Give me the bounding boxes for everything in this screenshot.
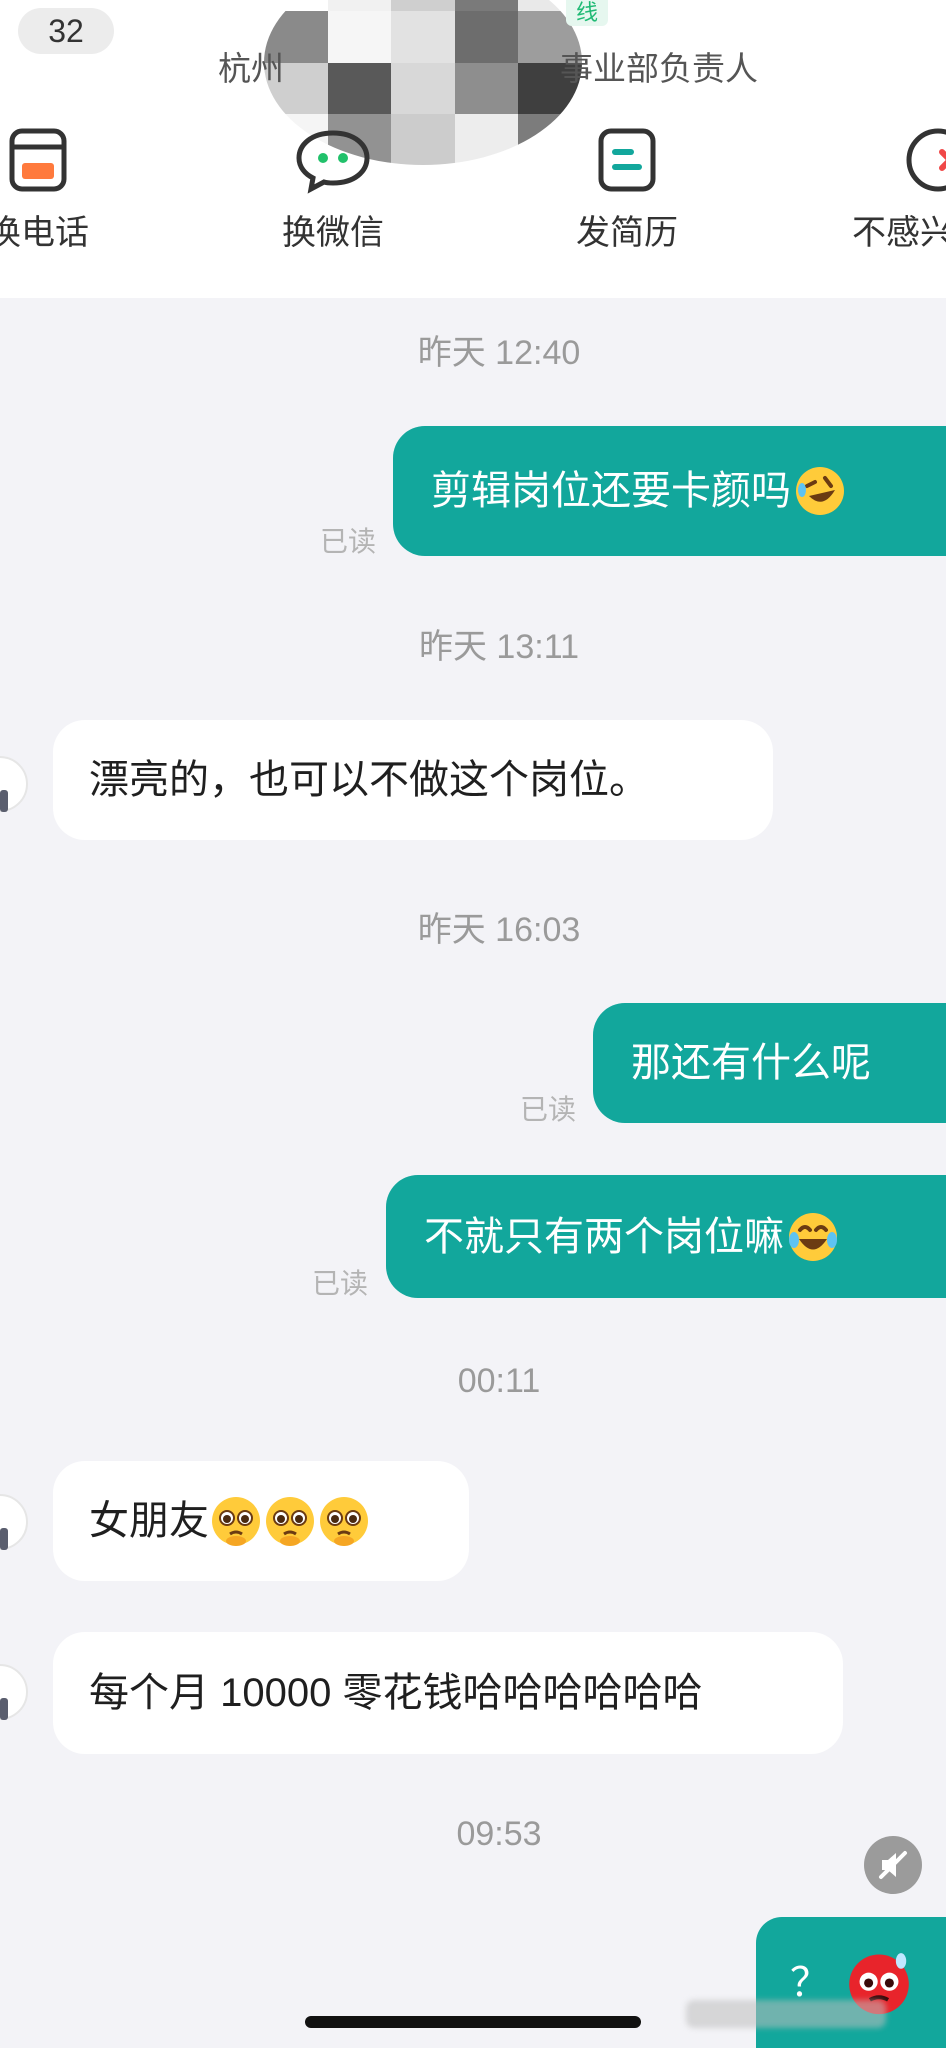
message-bubble-incoming[interactable]: 漂亮的，也可以不做这个岗位。 bbox=[53, 720, 773, 840]
rolling-on-floor-laughing-emoji bbox=[796, 467, 844, 515]
message-text: 女朋友 bbox=[89, 1499, 209, 1543]
timestamp: 昨天 16:03 bbox=[417, 911, 581, 949]
back-unread-badge[interactable]: 32 bbox=[18, 8, 114, 54]
message-text: 不就只有两个岗位嘛 bbox=[424, 1214, 784, 1259]
mute-speaker-button[interactable] bbox=[864, 1836, 922, 1894]
contact-role: 事业部负责人 bbox=[560, 50, 758, 87]
pleading-face-emoji bbox=[266, 1497, 314, 1546]
exchange-wechat-button[interactable]: 换微信 bbox=[253, 125, 413, 254]
message-bubble-outgoing[interactable]: 那还有什么呢 bbox=[593, 1003, 946, 1123]
timestamp: 昨天 13:11 bbox=[418, 628, 579, 666]
timestamp: 00:11 bbox=[457, 1362, 541, 1400]
not-interested-icon bbox=[906, 128, 946, 192]
read-receipt: 已读 bbox=[312, 1268, 369, 1299]
read-receipt: 已读 bbox=[520, 1094, 577, 1125]
exchange-wechat-label: 换微信 bbox=[282, 214, 384, 252]
message-text: 每个月 10000 零花钱哈哈哈哈哈哈 bbox=[89, 1671, 703, 1715]
company-name: 杭州 bbox=[218, 50, 284, 87]
message-bubble-outgoing[interactable]: ？ bbox=[756, 1917, 946, 2048]
read-receipt: 已读 bbox=[320, 526, 377, 557]
peer-avatar[interactable] bbox=[0, 1494, 28, 1550]
send-resume-button[interactable]: 发简历 bbox=[547, 125, 707, 254]
not-interested-label: 不感兴 bbox=[852, 214, 946, 252]
timestamp: 09:53 bbox=[456, 1815, 542, 1853]
timestamp: 昨天 12:40 bbox=[417, 334, 581, 372]
exchange-phone-button[interactable]: 换电话 bbox=[0, 125, 118, 254]
mute-speaker-icon bbox=[879, 1851, 907, 1879]
message-text: 漂亮的，也可以不做这个岗位。 bbox=[89, 758, 649, 802]
message-text: 剪辑岗位还要卡颜吗 bbox=[431, 469, 791, 513]
peer-avatar[interactable] bbox=[0, 1664, 28, 1720]
peer-avatar[interactable] bbox=[0, 756, 28, 812]
message-bubble-incoming[interactable]: 女朋友 bbox=[53, 1461, 469, 1581]
send-resume-label: 发简历 bbox=[576, 214, 678, 252]
resume-icon bbox=[598, 128, 656, 192]
home-indicator[interactable] bbox=[305, 2016, 641, 2028]
face-with-tears-of-joy-emoji bbox=[789, 1212, 837, 1261]
pleading-face-emoji bbox=[212, 1497, 260, 1546]
chat-header: 32 线 杭州 事业部负责人 换电话 换微信 发简历 不感兴 bbox=[0, 0, 946, 298]
wechat-icon bbox=[296, 130, 370, 194]
watermark-blur bbox=[686, 2000, 886, 2028]
phone-swap-icon bbox=[9, 128, 67, 192]
pleading-face-emoji bbox=[320, 1497, 368, 1546]
not-interested-button[interactable]: 不感兴 bbox=[852, 125, 946, 254]
quick-action-bar: 换电话 换微信 发简历 不感兴 bbox=[0, 125, 946, 265]
message-text: 那还有什么呢 bbox=[631, 1041, 871, 1085]
exchange-phone-label: 换电话 bbox=[0, 214, 89, 252]
message-bubble-incoming[interactable]: 每个月 10000 零花钱哈哈哈哈哈哈 bbox=[53, 1632, 843, 1754]
message-bubble-outgoing[interactable]: 剪辑岗位还要卡颜吗 bbox=[393, 426, 946, 556]
message-bubble-outgoing[interactable]: 不就只有两个岗位嘛 bbox=[386, 1175, 946, 1298]
online-status-tag: 线 bbox=[566, 0, 609, 26]
